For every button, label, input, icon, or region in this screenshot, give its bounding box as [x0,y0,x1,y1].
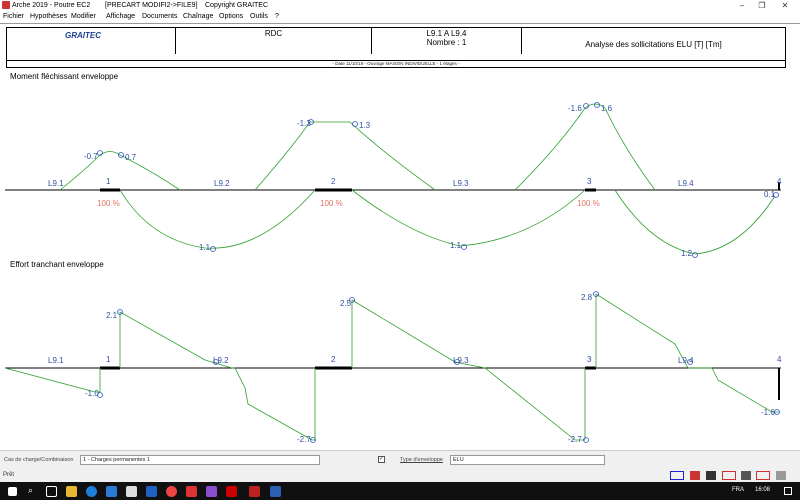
shear-curve-2 [119,311,316,441]
moment-value-label: 1.1 [450,241,462,250]
ready-status: Prêt [3,472,15,478]
moment-neg-curve-3 [514,103,656,191]
status-panel: Cas de charge/Combinaison 1 - Charges pe… [0,450,800,470]
chrome-icon[interactable] [166,486,177,497]
combo-label: Cas de charge/Combinaison [4,457,74,463]
moment-marker [692,252,698,258]
moment-span-label: L9.3 [453,179,469,188]
shear-span-label: L9.1 [48,356,64,365]
envelope-label: Type d'enveloppe [400,457,443,463]
percent-label: 100 % [577,199,600,208]
moment-value-label: 1.3 [359,121,371,130]
search-icon[interactable]: ⌕ [28,485,33,496]
moment-span-label: L9.1 [48,179,64,188]
shear-value-label: -1.0 [85,389,99,398]
moment-pos-curve-2 [351,189,586,247]
shear-curve-4 [595,293,779,413]
tray-icons[interactable] [600,487,710,495]
clock[interactable]: 16:08 [755,487,770,493]
app-icon[interactable] [186,486,197,497]
tool-icon[interactable] [690,471,700,480]
tool-icon[interactable] [776,471,786,480]
acrobat-icon[interactable] [226,486,237,497]
moment-value-label: 0.7 [125,153,137,162]
moment-value-label: 1.6 [601,104,613,113]
moment-marker [210,246,216,252]
language-indicator[interactable]: FRA [732,487,744,493]
shear-support-label: 4 [777,355,782,364]
dxf-icon[interactable] [756,471,770,480]
diagram-svg: L9.1 L9.2 L9.3 L9.4 1 2 3 4 100 % 100 % … [4,102,782,444]
shear-value-label: -2.7 [297,435,311,444]
tool-icon[interactable] [706,471,716,480]
app-icon[interactable] [106,486,117,497]
moment-span-label: L9.4 [678,179,694,188]
moment-pos-curve-3 [614,189,776,255]
shear-span-label: L9.3 [453,356,469,365]
envelope-checkbox[interactable]: ✓ [378,456,385,463]
taskbar: ⌕ FRA 16:08 [0,482,800,500]
moment-marker [594,102,600,108]
app-icon[interactable] [126,486,137,497]
shear-value-label: -1.6 [761,408,775,417]
shear-curve-3 [351,299,586,441]
explorer-icon[interactable] [66,486,77,497]
envelope-field[interactable]: ELU [450,455,605,465]
moment-support-label: 2 [331,177,336,186]
ok-icon[interactable] [670,471,684,480]
tool-icon[interactable] [722,471,736,480]
moment-support-label: 1 [106,177,111,186]
moment-support-label: 3 [587,177,592,186]
percent-label: 100 % [97,199,120,208]
moment-value-label: 1.2 [681,249,693,258]
shear-support-label: 2 [331,355,336,364]
shear-value-label: -2.7 [568,435,582,444]
percent-label: 100 % [320,199,343,208]
word-icon[interactable] [270,486,281,497]
shear-value-label: 2.1 [106,311,118,320]
moment-value-label: -1.6 [568,104,582,113]
moment-value-label: -0.7 [84,152,98,161]
shear-support-label: 1 [106,355,111,364]
moment-pos-curve-1 [119,189,316,249]
taskview-icon[interactable] [46,486,57,497]
moment-neg-curve-2 [254,121,436,191]
notification-icon[interactable] [784,487,792,495]
edge-icon[interactable] [86,486,97,497]
shear-span-label: L9.2 [213,356,229,365]
shear-value-label: 2.8 [581,293,593,302]
moment-value-label: 0.1 [764,190,776,199]
windows-start-icon[interactable] [8,487,17,496]
app-icon[interactable] [146,486,157,497]
moment-span-label: L9.2 [214,179,230,188]
shear-span-label: L9.4 [678,356,694,365]
ready-bar: Prêt [0,470,800,482]
combo-field[interactable]: 1 - Charges permanentes 1 [80,455,320,465]
moment-marker [118,152,124,158]
app-icon[interactable] [206,486,217,497]
moment-value-label: -1.3 [297,119,311,128]
shear-support-label: 3 [587,355,592,364]
arche-icon[interactable] [249,486,260,497]
moment-support-label: 4 [777,177,782,186]
moment-value-label: 1.1 [199,243,211,252]
moment-marker [352,121,358,127]
tool-icon[interactable] [741,471,751,480]
shear-value-label: 2.5 [340,299,352,308]
